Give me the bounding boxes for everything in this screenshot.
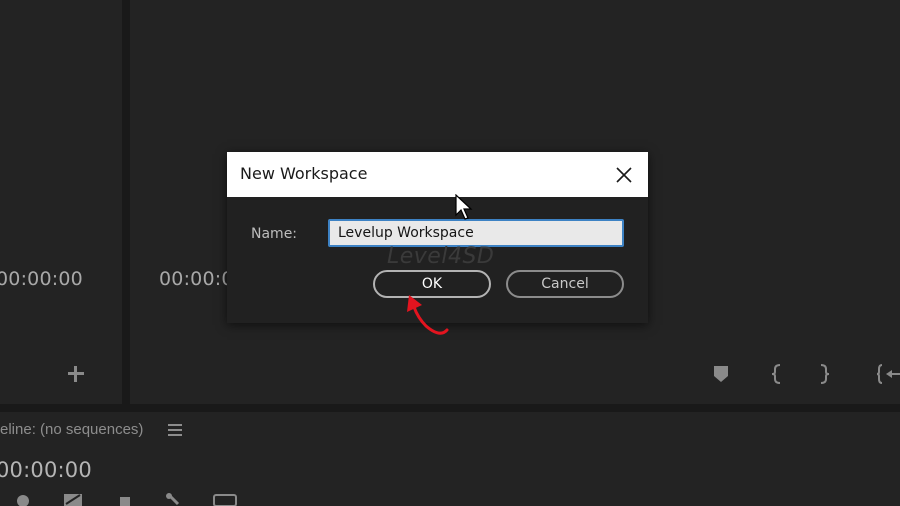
hamburger-icon[interactable] [168, 424, 182, 436]
linked-selection-icon[interactable] [62, 492, 84, 506]
source-monitor-panel [0, 0, 122, 404]
cancel-button[interactable]: Cancel [506, 270, 624, 298]
dialog-titlebar[interactable]: New Workspace [227, 152, 648, 197]
source-timecode[interactable]: 00:00:00 [0, 268, 83, 290]
mouse-cursor-icon [455, 194, 473, 220]
close-button[interactable] [613, 164, 635, 186]
wrench-icon[interactable] [164, 492, 182, 506]
timeline-title[interactable]: eline: (no sequences) [0, 421, 143, 438]
annotation-arrow-icon [407, 295, 449, 335]
watermark-logo: Level4SD [387, 244, 495, 269]
panel-divider-horizontal[interactable] [0, 404, 900, 412]
marker-icon[interactable] [712, 362, 730, 386]
mark-out-icon[interactable] [817, 362, 831, 386]
timeline-timecode[interactable]: 00:00:00 [0, 458, 92, 482]
workspace-name-input[interactable] [328, 219, 624, 247]
dialog-title: New Workspace [240, 164, 368, 183]
go-to-in-icon[interactable] [876, 362, 900, 386]
add-marker-icon[interactable] [118, 492, 132, 506]
name-label: Name: [251, 226, 298, 242]
plus-icon[interactable] [66, 364, 86, 384]
close-icon [616, 167, 632, 183]
captions-icon[interactable] [212, 492, 238, 506]
snap-icon[interactable] [14, 492, 32, 506]
mark-in-icon[interactable] [770, 362, 784, 386]
panel-divider-vertical[interactable] [122, 0, 130, 404]
program-timecode[interactable]: 00:00:0 [159, 268, 234, 290]
